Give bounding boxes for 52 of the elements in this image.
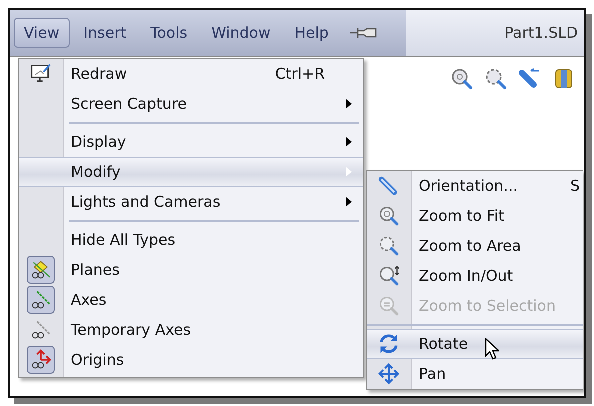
menu-item[interactable]: Insert (74, 18, 137, 48)
menu-item[interactable]: Lights and Cameras (19, 187, 363, 217)
menu-item[interactable]: Temporary Axes (19, 315, 363, 345)
menu-item[interactable]: Window (202, 18, 281, 48)
menu-item[interactable]: Display (19, 127, 363, 157)
menu-item[interactable]: Origins (19, 345, 363, 375)
menu-item-label: Zoom to Selection (419, 297, 556, 315)
menu-item-label: Pan (419, 365, 446, 383)
menu-item-label: Orientation... (419, 177, 518, 195)
menu-item-label: Modify (71, 163, 121, 181)
menu-item[interactable]: Help (284, 18, 339, 48)
rotate-icon (378, 333, 400, 355)
menu-item[interactable]: Modify (19, 157, 363, 187)
menu-item[interactable]: Pan (367, 359, 583, 389)
menu-item[interactable]: Zoom to Fit (367, 201, 583, 231)
pan-icon (378, 363, 400, 385)
menu-item-label: Hide All Types (71, 231, 176, 249)
menu-item-label: Temporary Axes (71, 321, 192, 339)
menu-item[interactable]: Zoom to Area (367, 231, 583, 261)
menu-item[interactable]: Axes (19, 285, 363, 315)
pin-icon[interactable] (348, 25, 379, 41)
shortcut-text: Ctrl+R (275, 65, 325, 83)
menu-item[interactable]: Tools (140, 18, 198, 48)
menu-item[interactable]: Orientation... S (367, 171, 583, 201)
zoom-fit-icon (378, 205, 400, 227)
menu-item[interactable]: Planes (19, 255, 363, 285)
menu-item[interactable]: View (14, 18, 70, 48)
zoom-in-out-icon (378, 265, 400, 287)
zoom-area-icon[interactable] (484, 67, 508, 91)
menu-item-label: Redraw (71, 65, 128, 83)
menu-item-label: Zoom to Area (419, 237, 522, 255)
shortcut-text: S (570, 177, 580, 195)
menu-item[interactable]: Redraw Ctrl+R (19, 59, 363, 89)
menu-item-label: Rotate (419, 335, 468, 353)
menu-item-label: Lights and Cameras (71, 193, 221, 211)
menu-item-label: Display (71, 133, 126, 151)
menu-item-label: Planes (71, 261, 120, 279)
monitor-icon (30, 63, 52, 85)
menu-item-label: Axes (71, 291, 107, 309)
menu-item-label: Zoom to Fit (419, 207, 504, 225)
document-title: Part1.SLD (504, 24, 578, 42)
menu-item[interactable]: Hide All Types (19, 225, 363, 255)
zoom-area-icon (378, 235, 400, 257)
menu-item[interactable]: Zoom In/Out (367, 261, 583, 291)
menu-item-label: Origins (71, 351, 124, 369)
menu-item-label: Zoom In/Out (419, 267, 514, 285)
menu-item-label: Screen Capture (71, 95, 187, 113)
mouse-pointer-icon (485, 338, 499, 360)
menu-item[interactable]: Rotate (367, 329, 583, 359)
menu-item[interactable]: Screen Capture (19, 89, 363, 119)
zoom-fit-icon[interactable] (450, 67, 474, 91)
zoom-selection-icon (378, 295, 400, 317)
